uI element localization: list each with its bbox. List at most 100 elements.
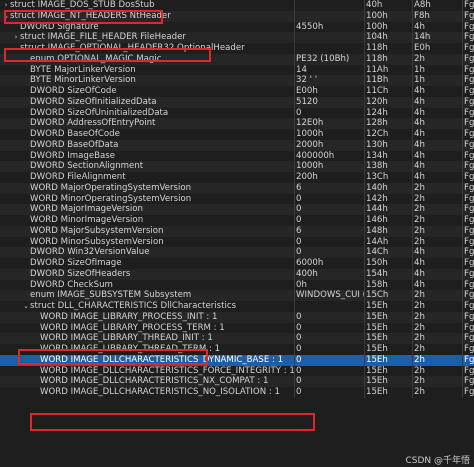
row-color: Fg	[464, 258, 474, 268]
tree-row[interactable]: WORD MajorSubsystemVersion 6 148h 2h Fg	[0, 225, 474, 237]
row-size: 2h	[414, 344, 425, 354]
row-value: PE32 (10Bh)	[296, 53, 350, 64]
tree-row[interactable]: WORD IMAGE_DLLCHARACTERISTICS_FORCE_INTE…	[0, 366, 474, 377]
row-value: 4550h	[296, 21, 324, 32]
tree-row[interactable]: DWORD BaseOfData 2000h 130h 4h Fg	[0, 139, 474, 151]
tree-row[interactable]: WORD MinorImageVersion 0 146h 2h Fg	[0, 215, 474, 226]
tree-row[interactable]: WORD MajorImageVersion 0 144h 2h Fg	[0, 204, 474, 215]
tree-row[interactable]: DWORD Signature 4550h 100h 4h Fg	[0, 22, 474, 33]
row-start: 148h	[366, 225, 388, 236]
tree-row[interactable]: WORD IMAGE_LIBRARY_THREAD_TERM : 1 0 15Eh 2…	[0, 344, 474, 355]
tree-row[interactable]: enum IMAGE_SUBSYSTEM Subsystem WINDOWS_CU…	[0, 290, 474, 301]
row-name-cell: DWORD SizeOfHeaders	[0, 269, 312, 280]
row-size: 4h	[414, 268, 425, 279]
tree-row[interactable]: ⌄struct IMAGE_OPTIONAL_HEADER32 Optional…	[0, 43, 474, 54]
tree-row[interactable]: BYTE MajorLinkerVersion 14 11Ah 1h Fg	[0, 65, 474, 76]
row-size: 2h	[414, 290, 425, 301]
row-size: E0h	[414, 43, 431, 53]
tree-row[interactable]: › struct IMAGE_FILE_HEADER FileHeader 104h…	[0, 32, 474, 43]
row-size: 4h	[414, 86, 425, 96]
tree-row[interactable]: DWORD SectionAlignment 1000h 138h 4h Fg	[0, 161, 474, 172]
row-size: 4h	[414, 96, 425, 107]
tree-row[interactable]: WORD IMAGE_LIBRARY_PROCESS_TERM : 1 0 15Eh…	[0, 323, 474, 334]
row-name-cell: WORD IMAGE_LIBRARY_PROCESS_TERM : 1	[0, 323, 322, 334]
row-name: DWORD SizeOfHeaders	[30, 268, 131, 279]
tree-row[interactable]: DWORD SizeOfInitializedData 5120 120h 4h Fg	[0, 96, 474, 108]
row-color: Fg	[464, 172, 474, 182]
row-start: 40h	[366, 0, 383, 10]
row-size: A8h	[414, 0, 431, 10]
row-color: Fg	[464, 365, 474, 376]
row-start: 15Eh	[366, 311, 388, 322]
tree-row[interactable]: DWORD ImageBase 400000h 134h 4h Fg	[0, 151, 474, 162]
row-value: 5120	[296, 96, 318, 107]
row-start: 15Eh	[366, 354, 388, 365]
tree-row[interactable]: BYTE MinorLinkerVersion 32 ' ' 11Bh 1h Fg	[0, 75, 474, 86]
tree-row[interactable]: DWORD FileAlignment 200h 13Ch 4h Fg	[0, 172, 474, 183]
tree-row[interactable]: WORD MajorOperatingSystemVersion 6 140h 2h F…	[0, 182, 474, 194]
row-name-cell: WORD IMAGE_DLLCHARACTERISTICS_NX_COMPAT …	[0, 376, 322, 387]
row-value: 0	[296, 376, 302, 387]
row-value: 0	[296, 387, 302, 397]
tree-row[interactable]: WORD IMAGE_LIBRARY_PROCESS_INIT : 1 0 15Eh…	[0, 311, 474, 323]
row-size: 2h	[414, 301, 425, 311]
row-name-cell: DWORD BaseOfCode	[0, 129, 312, 140]
row-start: 15Eh	[366, 387, 388, 397]
row-start: 118h	[366, 43, 388, 53]
expand-arrow-icon[interactable]: ⌄	[22, 301, 30, 312]
row-color: Fg	[464, 96, 474, 107]
row-start: 138h	[366, 161, 388, 172]
row-name-cell: DWORD SizeOfImage	[0, 258, 312, 269]
row-name: struct IMAGE_DOS_STUB DosStub	[10, 0, 155, 10]
expand-arrow-icon[interactable]: ⌄	[2, 11, 10, 22]
tree-row[interactable]: › struct IMAGE_DOS_STUB DosStub 40h A8h Fg	[0, 0, 474, 11]
row-value: 400000h	[296, 150, 335, 161]
expand-arrow-icon[interactable]: ⌄	[12, 43, 20, 54]
row-size: 2h	[414, 322, 425, 333]
tree-row[interactable]: enum OPTIONAL_MAGIC Magic PE32 (10Bh) 118h…	[0, 53, 474, 65]
tree-row[interactable]: WORD MinorSubsystemVersion 0 14Ah 2h Fg	[0, 237, 474, 248]
tree-row[interactable]: ⌄struct IMAGE_NT_HEADERS NtHeader 100h F8h…	[0, 10, 474, 22]
row-name-cell: WORD MajorOperatingSystemVersion	[0, 183, 312, 194]
row-size: 2h	[414, 354, 425, 365]
tree-row[interactable]: DWORD SizeOfCode E00h 11Ch 4h Fg	[0, 86, 474, 97]
tree-row[interactable]: DWORD SizeOfImage 6000h 150h 4h Fg	[0, 258, 474, 269]
row-name-cell: WORD IMAGE_DLLCHARACTERISTICS_DYNAMIC_BA…	[0, 355, 322, 366]
tree-row[interactable]: WORD IMAGE_DLLCHARACTERISTICS_NX_COMPAT …	[0, 376, 474, 387]
row-name: WORD IMAGE_LIBRARY_PROCESS_INIT : 1	[40, 311, 218, 322]
row-color: Fg	[464, 182, 474, 193]
row-name: DWORD Win32VersionValue	[30, 247, 150, 258]
row-value: E00h	[296, 86, 318, 96]
row-value: 6	[296, 182, 302, 193]
row-size: 2h	[414, 53, 425, 64]
row-size: 4h	[414, 172, 425, 182]
row-name: DWORD BaseOfCode	[30, 129, 120, 139]
tree-row[interactable]: WORD IMAGE_DLLCHARACTERISTICS_NO_ISOLATI…	[0, 387, 474, 398]
tree-row[interactable]: WORD MinorOperatingSystemVersion 0 142h 2h F…	[0, 194, 474, 205]
tree-row[interactable]: DWORD Win32VersionValue 0 14Ch 4h Fg	[0, 247, 474, 258]
tree-row[interactable]: ⌄struct DLL_CHARACTERISTICS DllCharacter…	[0, 301, 474, 312]
row-name-cell: DWORD AddressOfEntryPoint	[0, 118, 312, 129]
row-start: 118h	[366, 53, 388, 64]
tree-row[interactable]: DWORD AddressOfEntryPoint 12E0h 128h 4h Fg	[0, 118, 474, 129]
tree-row[interactable]: DWORD CheckSum 0h 158h 4h Fg	[0, 280, 474, 291]
tree-row[interactable]: DWORD SizeOfUninitializedData 0 124h 4h Fg	[0, 108, 474, 119]
row-size: 4h	[414, 247, 425, 258]
tree-row[interactable]: WORD IMAGE_LIBRARY_THREAD_INIT : 1 0 15Eh 2…	[0, 333, 474, 344]
row-color: Fg	[464, 301, 474, 311]
row-size: 4h	[414, 279, 425, 290]
collapse-arrow-icon[interactable]: ›	[12, 32, 20, 43]
row-value: 32 ' '	[296, 75, 318, 86]
row-size: 4h	[414, 161, 425, 172]
row-color: Fg	[464, 290, 474, 301]
collapse-arrow-icon[interactable]: ›	[2, 0, 10, 11]
row-size: 2h	[414, 387, 425, 397]
row-name-cell: › struct IMAGE_FILE_HEADER FileHeader	[0, 32, 302, 43]
template-results-tree: › struct IMAGE_DOS_STUB DosStub 40h A8h Fg ⌄s…	[0, 0, 474, 398]
tree-row[interactable]: WORD IMAGE_DLLCHARACTERISTICS_DYNAMIC_BA…	[0, 354, 474, 366]
row-start: 15Eh	[366, 333, 388, 344]
row-name: WORD IMAGE_LIBRARY_PROCESS_TERM : 1	[40, 322, 225, 333]
tree-row[interactable]: DWORD SizeOfHeaders 400h 154h 4h Fg	[0, 268, 474, 280]
row-value: 0	[296, 236, 302, 247]
tree-row[interactable]: DWORD BaseOfCode 1000h 12Ch 4h Fg	[0, 129, 474, 140]
